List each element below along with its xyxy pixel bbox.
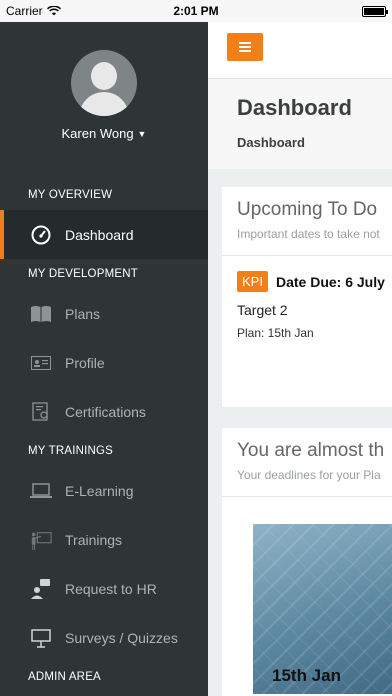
hamburger-menu-button[interactable] [227,33,263,61]
presenter-icon [30,529,52,551]
todo-item[interactable]: KPI Date Due: 6 July [222,256,392,292]
profile-block: Karen Wong ▼ [0,22,208,180]
sidebar-item-certifications[interactable]: Certifications [0,387,208,436]
banner-date: 15th Jan [272,666,341,685]
divider [222,496,392,497]
avatar[interactable] [71,50,137,116]
laptop-icon [30,480,52,502]
caret-down-icon: ▼ [137,128,147,139]
sidebar: Karen Wong ▼ MY OVERVIEW Dashboard MY DE… [0,22,208,696]
section-admin-area: ADMIN AREA [28,671,101,683]
sidebar-item-request-to-hr[interactable]: Request to HR [0,564,208,613]
target-label: Target 2 [237,302,288,318]
wifi-icon [46,6,61,16]
plan-label: Plan: 15th Jan [237,326,314,340]
status-bar: Carrier 2:01 PM [0,0,392,22]
gauge-icon [30,224,52,246]
page-title: Dashboard [237,95,352,120]
card-title: You are almost th [237,440,385,461]
carrier-label: Carrier [6,4,43,18]
user-menu-toggle[interactable]: Karen Wong ▼ [62,126,147,141]
status-left: Carrier [6,4,61,18]
breadcrumb[interactable]: Dashboard [237,135,392,150]
sidebar-item-label: Profile [65,354,105,371]
book-icon [30,303,52,325]
sidebar-item-dashboard[interactable]: Dashboard [0,210,208,259]
easel-icon [30,627,52,649]
sidebar-item-profile[interactable]: Profile [0,338,208,387]
sidebar-item-trainings[interactable]: Trainings [0,515,208,564]
upcoming-todo-card: Upcoming To Do Important dates to take n… [222,187,392,407]
card-subtitle: Important dates to take not [237,227,380,241]
certificate-icon [30,401,52,423]
section-my-trainings: MY TRAININGS [28,445,114,457]
sidebar-item-label: Trainings [65,531,123,548]
section-my-development: MY DEVELOPMENT [28,268,138,280]
section-my-overview: MY OVERVIEW [28,189,113,201]
due-date: Date Due: 6 July [275,273,385,290]
sidebar-item-label: E-Learning [65,482,134,499]
battery-icon [362,5,388,17]
card-title: Upcoming To Do [237,199,378,220]
menu-icon [239,42,251,52]
card-subtitle: Your deadlines for your Pla [237,468,381,482]
top-bar [208,22,392,78]
sidebar-item-elearning[interactable]: E-Learning [0,466,208,515]
id-card-icon [30,352,52,374]
kpi-badge: KPI [237,271,268,292]
sidebar-item-plans[interactable]: Plans [0,289,208,338]
main-content: Dashboard Dashboard Upcoming To Do Impor… [208,22,392,696]
sidebar-item-surveys[interactable]: Surveys / Quizzes [0,613,208,662]
sidebar-item-label: Surveys / Quizzes [65,629,178,646]
sidebar-item-label: Request to HR [65,580,157,597]
deadline-card: You are almost th Your deadlines for you… [222,428,392,696]
sidebar-item-label: Plans [65,305,101,322]
sidebar-item-label: Dashboard [65,226,134,243]
user-name: Karen Wong [61,126,134,141]
user-chat-icon [30,578,52,600]
sidebar-item-label: Certifications [65,403,146,420]
page-header: Dashboard Dashboard [208,78,392,169]
